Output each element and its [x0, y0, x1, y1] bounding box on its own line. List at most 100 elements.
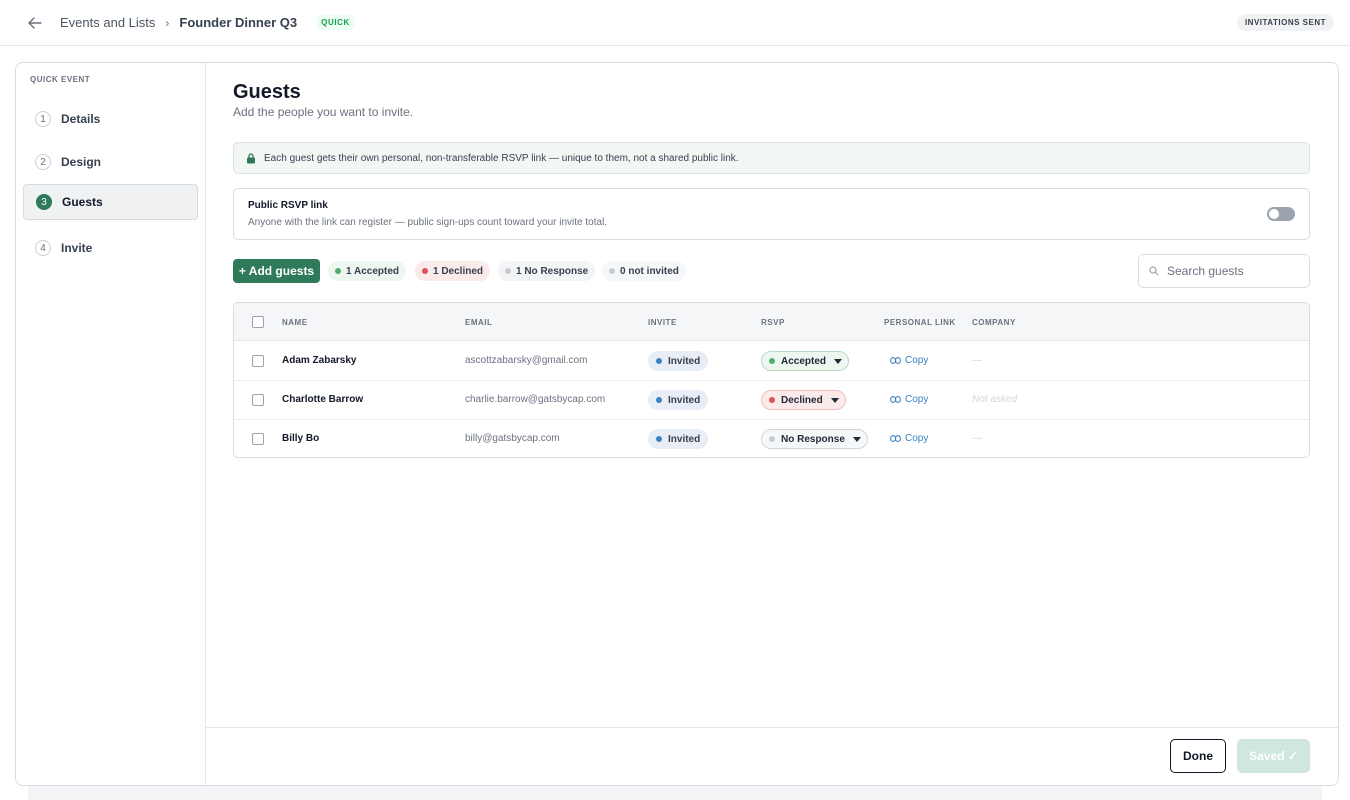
- info-banner: Each guest gets their own personal, non-…: [233, 142, 1310, 174]
- table-header: NAME EMAIL INVITE RSVP PERSONAL LINK COM…: [234, 303, 1309, 341]
- step-number: 1: [35, 111, 51, 127]
- step-guests[interactable]: 3 Guests: [23, 184, 198, 220]
- wizard-sidebar: QUICK EVENT 1 Details 2 Design 3 Guests …: [16, 63, 206, 785]
- table-row[interactable]: Adam Zabarsky ascottzabarsky@gmail.com I…: [234, 342, 1309, 381]
- status-dot: [769, 397, 775, 403]
- column-header-email[interactable]: EMAIL: [465, 318, 492, 327]
- public-rsvp-card: Public RSVP link Anyone with the link ca…: [233, 188, 1310, 240]
- rsvp-dropdown[interactable]: Accepted: [761, 351, 850, 371]
- invite-status-badge: Invited: [648, 429, 709, 449]
- saved-button[interactable]: Saved ✓: [1237, 739, 1310, 773]
- sidebar-title: QUICK EVENT: [30, 75, 91, 84]
- chip-not-invited[interactable]: 0 not invited: [602, 261, 686, 281]
- caret-down-icon: [830, 397, 839, 403]
- guest-name: Adam Zabarsky: [282, 355, 357, 366]
- info-banner-text: Each guest gets their own personal, non-…: [264, 152, 739, 164]
- top-bar: Events and Lists › Founder Dinner Q3 QUI…: [0, 0, 1350, 46]
- rsvp-label: No Response: [781, 433, 845, 445]
- back-arrow-icon[interactable]: [26, 14, 44, 32]
- link-icon: [890, 396, 901, 403]
- invite-status-label: Invited: [668, 355, 701, 367]
- rsvp-dropdown[interactable]: Declined: [761, 390, 846, 410]
- row-checkbox[interactable]: [252, 355, 264, 367]
- event-editor-card: QUICK EVENT 1 Details 2 Design 3 Guests …: [15, 62, 1339, 786]
- status-dot: [769, 436, 775, 442]
- column-header-personal-link[interactable]: PERSONAL LINK: [884, 318, 956, 327]
- status-dot: [769, 358, 775, 364]
- step-label: Design: [61, 155, 102, 169]
- chip-accepted[interactable]: 1 Accepted: [328, 261, 406, 281]
- step-number: 4: [35, 240, 51, 256]
- copy-label: Copy: [905, 355, 929, 366]
- copy-label: Copy: [905, 433, 929, 444]
- public-rsvp-title: Public RSVP link: [248, 200, 328, 211]
- table-row[interactable]: Charlotte Barrow charlie.barrow@gatsbyca…: [234, 381, 1309, 420]
- guest-name: Charlotte Barrow: [282, 394, 364, 405]
- page-subtitle: Add the people you want to invite.: [233, 105, 414, 119]
- column-header-invite[interactable]: INVITE: [648, 318, 677, 327]
- lock-icon: [247, 152, 255, 163]
- status-dot: [335, 268, 341, 274]
- done-button[interactable]: Done: [1170, 739, 1226, 773]
- step-number: 3: [36, 194, 52, 210]
- select-all-checkbox[interactable]: [252, 316, 264, 328]
- row-checkbox[interactable]: [252, 433, 264, 445]
- rsvp-label: Accepted: [781, 355, 827, 367]
- search-input[interactable]: [1167, 264, 1297, 278]
- guest-email: charlie.barrow@gatsbycap.com: [465, 394, 606, 405]
- table-row[interactable]: Billy Bo billy@gatsbycap.com Invited No …: [234, 420, 1309, 457]
- add-guests-button[interactable]: + Add guests: [233, 259, 320, 283]
- copy-link-button[interactable]: Copy: [890, 355, 928, 366]
- step-number: 2: [35, 154, 51, 170]
- guest-email: ascottzabarsky@gmail.com: [465, 355, 588, 366]
- breadcrumb-events-and-lists[interactable]: Events and Lists: [60, 15, 155, 30]
- status-dot: [609, 268, 615, 274]
- status-dot: [505, 268, 511, 274]
- guest-email: billy@gatsbycap.com: [465, 433, 560, 444]
- guest-company: —: [972, 433, 982, 444]
- invite-status-badge: Invited: [648, 351, 709, 371]
- step-design[interactable]: 2 Design: [23, 144, 198, 180]
- caret-down-icon: [852, 436, 861, 442]
- copy-label: Copy: [905, 394, 929, 405]
- status-dot: [656, 397, 662, 403]
- step-label: Invite: [61, 241, 93, 255]
- guest-company: —: [972, 355, 982, 366]
- chip-label: 1 No Response: [516, 265, 589, 277]
- column-header-name[interactable]: NAME: [282, 318, 308, 327]
- step-details[interactable]: 1 Details: [23, 101, 198, 137]
- rsvp-dropdown[interactable]: No Response: [761, 429, 868, 449]
- guest-name: Billy Bo: [282, 433, 320, 444]
- guests-panel: Guests Add the people you want to invite…: [206, 63, 1338, 785]
- row-checkbox[interactable]: [252, 394, 264, 406]
- rsvp-label: Declined: [781, 394, 823, 406]
- public-rsvp-toggle[interactable]: [1267, 207, 1295, 221]
- page-title: Guests: [233, 81, 301, 103]
- search-box[interactable]: [1138, 254, 1310, 288]
- quick-badge: QUICK: [317, 15, 354, 30]
- status-dot: [656, 358, 662, 364]
- chip-declined[interactable]: 1 Declined: [415, 261, 491, 281]
- link-icon: [890, 357, 901, 364]
- step-label: Guests: [62, 195, 103, 209]
- status-badge: INVITATIONS SENT: [1236, 14, 1334, 31]
- status-dot: [422, 268, 428, 274]
- public-rsvp-description: Anyone with the link can register — publ…: [248, 217, 608, 228]
- chip-label: 0 not invited: [620, 265, 679, 277]
- bottom-scroll-strip: [28, 786, 1322, 800]
- chip-no-response[interactable]: 1 No Response: [498, 261, 596, 281]
- invite-status-label: Invited: [668, 394, 701, 406]
- guest-company: Not asked: [972, 394, 1018, 405]
- status-dot: [656, 436, 662, 442]
- guests-table: NAME EMAIL INVITE RSVP PERSONAL LINK COM…: [233, 302, 1310, 458]
- caret-down-icon: [834, 358, 843, 364]
- column-header-rsvp[interactable]: RSVP: [761, 318, 785, 327]
- link-icon: [890, 435, 901, 442]
- column-header-company[interactable]: COMPANY: [972, 318, 1016, 327]
- step-invite[interactable]: 4 Invite: [23, 230, 198, 266]
- copy-link-button[interactable]: Copy: [890, 433, 928, 444]
- copy-link-button[interactable]: Copy: [890, 394, 928, 405]
- wizard-footer: Done Saved ✓: [206, 727, 1338, 785]
- invite-status-badge: Invited: [648, 390, 709, 410]
- chip-label: 1 Declined: [433, 265, 484, 277]
